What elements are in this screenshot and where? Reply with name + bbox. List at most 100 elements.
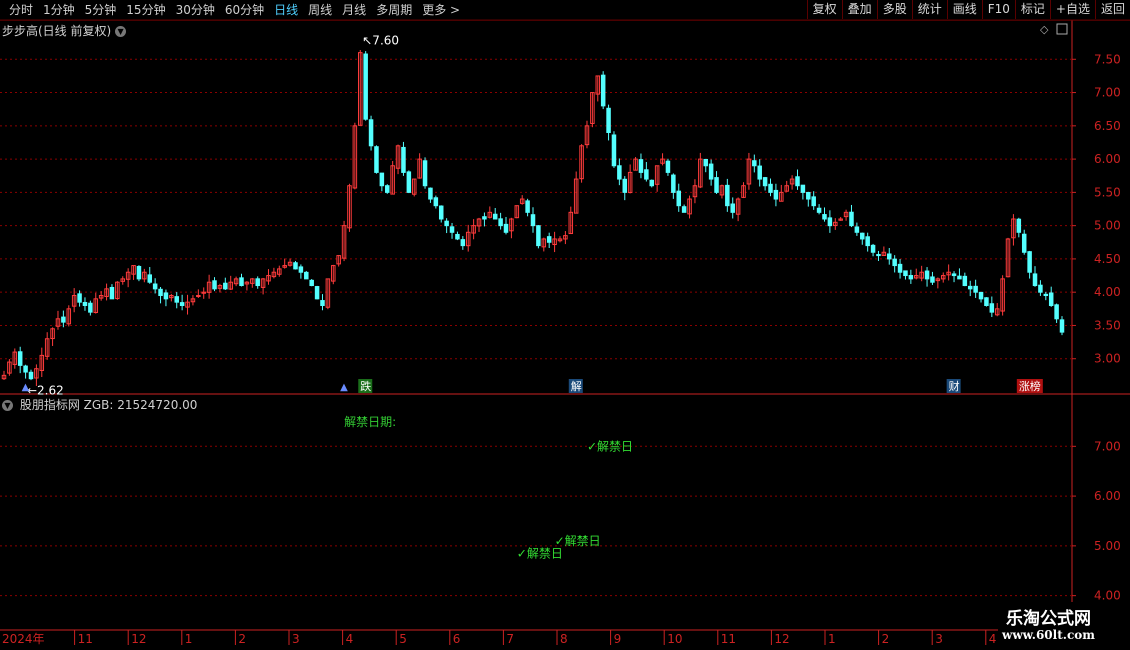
y-tick-label: 4.00: [1094, 285, 1121, 299]
candle-body: [822, 214, 827, 220]
candle-body: [665, 160, 671, 173]
candle-body: [61, 316, 66, 323]
candle-body: [152, 283, 158, 290]
unlock-day-label: ✓解禁日: [517, 546, 563, 560]
candle-body: [223, 282, 228, 290]
candle-body: [816, 207, 822, 213]
time-label: 1: [828, 632, 836, 646]
y-tick-label: 7.00: [1094, 439, 1121, 453]
time-label: 11: [721, 632, 736, 646]
candle-body: [546, 236, 552, 243]
event-marker: 跌: [360, 379, 371, 393]
unlock-day-label: ✓解禁日: [587, 439, 633, 453]
y-tick-label: 6.00: [1094, 152, 1121, 166]
candle-body: [681, 206, 687, 213]
y-tick-label: 5.00: [1094, 219, 1121, 233]
candle-body: [887, 253, 892, 260]
candle-body: [212, 280, 217, 290]
candle-body: [428, 187, 433, 200]
candle-body: [892, 258, 897, 267]
chevron-down-icon[interactable]: ▼: [2, 400, 13, 411]
candle-body: [989, 303, 995, 313]
candle-body: [1038, 284, 1043, 293]
y-tick-label: 6.00: [1094, 489, 1121, 503]
candle-body: [492, 213, 498, 220]
candle-body: [363, 53, 368, 120]
candle-body: [676, 190, 681, 207]
y-tick-label: 5.50: [1094, 185, 1121, 199]
candle-body: [757, 165, 762, 180]
candle-body: [903, 270, 908, 277]
stock-chart: 3.00 3.50 4.00 4.50 5.00 5.50 6.00 6.50 7.00 7.50…: [0, 19, 1130, 646]
candle-body: [973, 285, 978, 293]
candle-body: [967, 285, 973, 290]
time-label: 2024年: [2, 632, 45, 646]
candle-body: [870, 244, 876, 253]
candle-body: [255, 278, 260, 287]
chevron-down-icon[interactable]: ▼: [115, 26, 127, 37]
candle-body: [179, 302, 185, 306]
candle-body: [865, 236, 870, 247]
candle-body: [854, 226, 860, 233]
y-tick-label: 4.00: [1094, 589, 1121, 603]
time-label: 9: [614, 632, 622, 646]
candle-body: [924, 270, 930, 280]
candle-body: [849, 211, 854, 227]
candle-body: [455, 233, 460, 240]
watermark-url: www.60lt.com: [1002, 628, 1095, 642]
candle-body: [1021, 233, 1027, 253]
candle-body: [109, 286, 115, 300]
y-tick-label: 5.00: [1094, 539, 1121, 553]
candle-body: [374, 146, 379, 173]
candle-body: [984, 297, 989, 306]
candle-body: [1032, 273, 1038, 287]
candle-body: [930, 276, 935, 283]
watermark: 乐淘公式网 www.60lt.com: [998, 602, 1130, 648]
time-label: 3: [292, 632, 300, 646]
candle-body: [1059, 319, 1065, 333]
main-panel-title: 步步高(日线 前复权) ▼: [2, 22, 129, 39]
candle-body: [644, 169, 649, 180]
time-label: 2: [238, 632, 246, 646]
time-label: 7: [506, 632, 514, 646]
candle-body: [368, 119, 374, 147]
diamond-icon: ◇: [1040, 23, 1049, 36]
candle-body: [17, 351, 23, 366]
candle-body: [730, 203, 735, 213]
y-tick-label: 3.50: [1094, 318, 1121, 332]
candle-body: [401, 146, 406, 173]
candle-body: [908, 275, 914, 280]
candle-body: [77, 293, 82, 303]
time-label: 11: [78, 632, 93, 646]
candle-body: [449, 226, 455, 233]
y-tick-label: 7.00: [1094, 86, 1121, 100]
candle-body: [606, 107, 611, 133]
candle-body: [1054, 304, 1059, 320]
candle-body: [298, 266, 304, 273]
candle-body: [498, 218, 503, 227]
candle-body: [957, 275, 962, 280]
candle-body: [795, 176, 800, 187]
candle-body: [304, 271, 309, 280]
candle-body: [309, 279, 314, 287]
candle-body: [385, 185, 390, 193]
candle-body: [406, 171, 412, 193]
candle-body: [811, 196, 816, 207]
candle-body: [876, 254, 881, 257]
candle-body: [1043, 293, 1049, 297]
candle-body: [725, 184, 730, 207]
candle-body: [827, 217, 833, 227]
candle-body: [708, 163, 714, 180]
candle-body: [82, 301, 88, 306]
candle-body: [622, 178, 628, 193]
candle-body: [293, 262, 298, 270]
time-label: 3: [935, 632, 943, 646]
candle-body: [438, 205, 444, 220]
candle-body: [23, 365, 28, 373]
y-tick-label: 4.50: [1094, 252, 1121, 266]
time-label: 6: [453, 632, 461, 646]
candle-body: [860, 232, 865, 240]
time-label: 2: [882, 632, 890, 646]
candle-body: [617, 165, 622, 180]
candle-body: [314, 286, 320, 300]
